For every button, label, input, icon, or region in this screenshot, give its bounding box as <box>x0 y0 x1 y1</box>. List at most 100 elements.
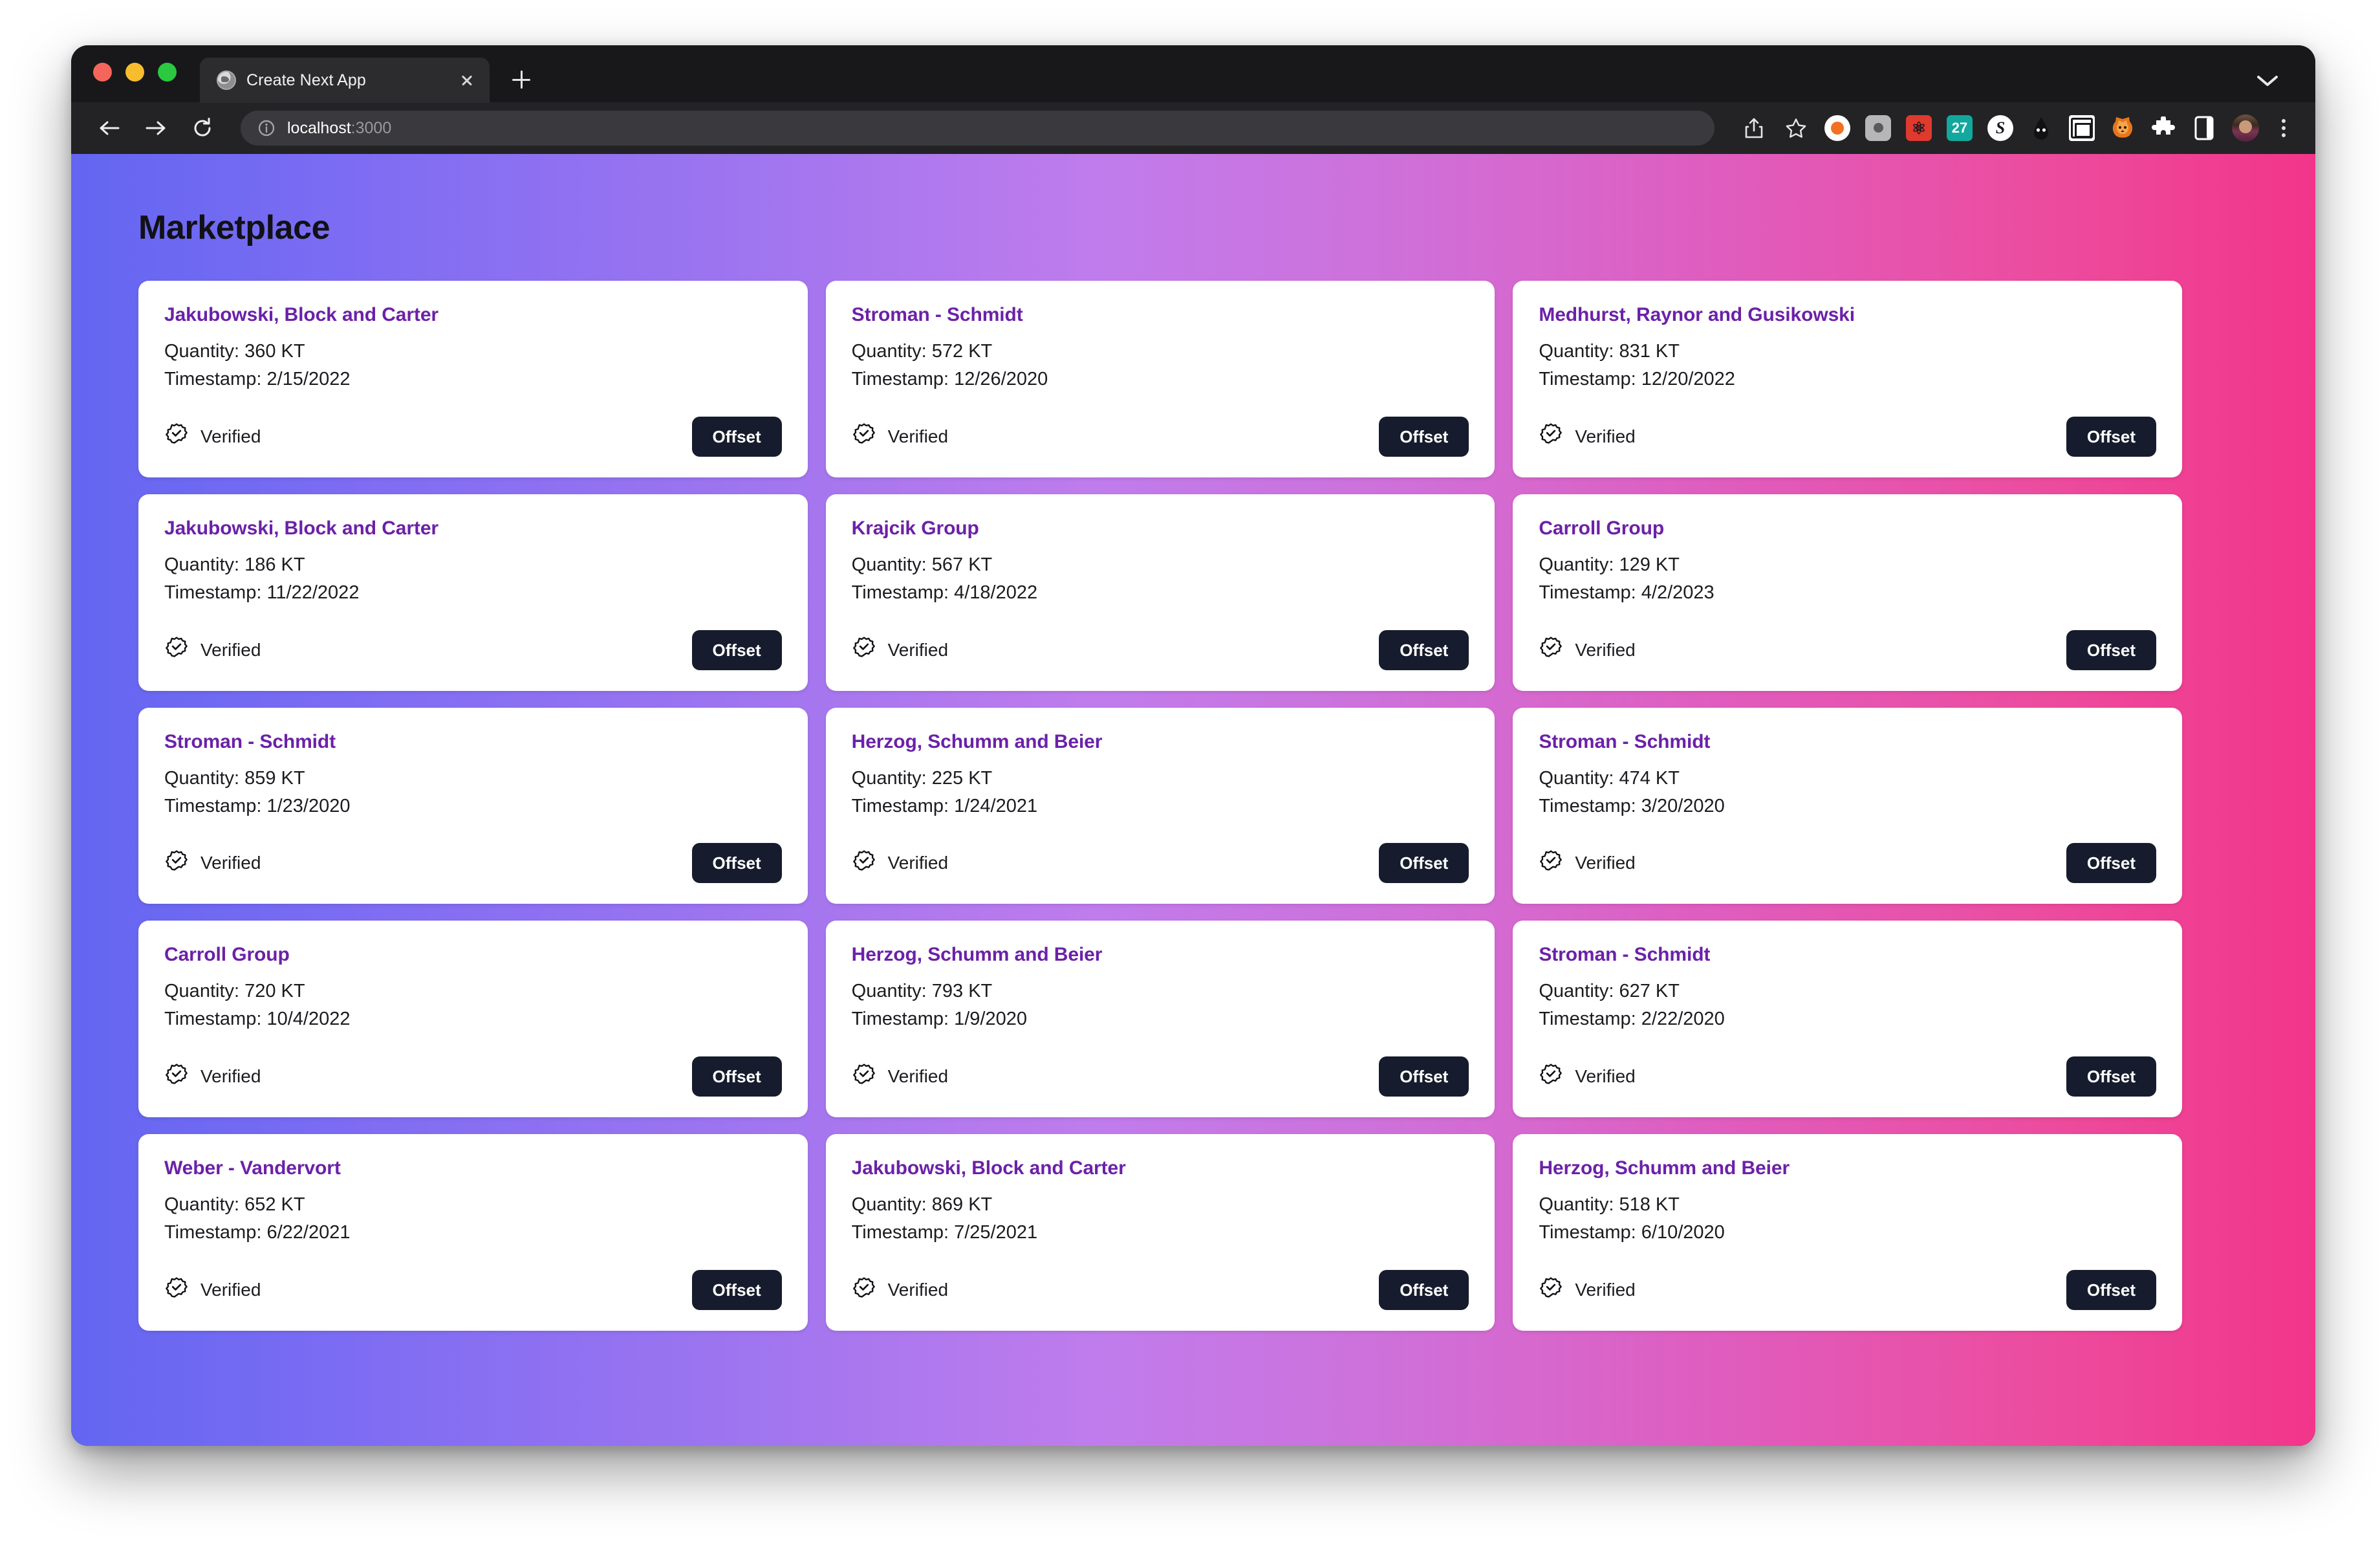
chevron-down-icon[interactable] <box>2256 74 2279 88</box>
desktop-backdrop: Create Next App localhost:3000 ⚛ 27 S Ma… <box>0 0 2380 1541</box>
offset-button[interactable]: Offset <box>691 1056 782 1097</box>
browser-tab[interactable]: Create Next App <box>200 58 490 103</box>
react-devtools-extension-icon[interactable] <box>1906 115 1932 141</box>
verified-badge-icon <box>1539 422 1563 450</box>
card-footer: Verified Offset <box>164 820 782 884</box>
profile-avatar[interactable] <box>2232 115 2259 142</box>
marketplace-card[interactable]: Medhurst, Raynor and Gusikowski Quantity… <box>1513 281 2182 477</box>
reload-icon[interactable] <box>188 113 217 143</box>
verified-badge-icon <box>164 1063 189 1091</box>
info-circle-icon[interactable] <box>257 119 276 137</box>
calendar-badge-text: 27 <box>1951 120 1968 136</box>
eyedropper-extension-icon[interactable] <box>2028 115 2054 141</box>
card-timestamp: Timestamp: 4/18/2022 <box>851 582 1038 603</box>
marketplace-card[interactable]: Stroman - Schmidt Quantity: 627 KT Times… <box>1513 921 2182 1118</box>
browser-toolbar: localhost:3000 27 <box>71 102 2315 154</box>
marketplace-card[interactable]: Carroll Group Quantity: 720 KT Timestamp… <box>138 921 808 1118</box>
card-title: Medhurst, Raynor and Gusikowski <box>1539 304 1855 325</box>
card-footer: Verified Offset <box>852 1247 1469 1311</box>
card-quantity: Quantity: 869 KT <box>851 1194 993 1216</box>
marketplace-card[interactable]: Stroman - Schmidt Quantity: 572 KT Times… <box>825 281 1495 477</box>
marketplace-card[interactable]: Herzog, Schumm and Beier Quantity: 518 K… <box>1513 1134 2182 1331</box>
star-icon[interactable] <box>1782 115 1810 142</box>
card-quantity: Quantity: 831 KT <box>1539 341 1680 362</box>
bitwarden-extension-icon[interactable] <box>1824 115 1850 141</box>
verified-label: Verified <box>200 853 261 873</box>
card-timestamp: Timestamp: 3/20/2020 <box>1539 795 1725 816</box>
offset-button[interactable]: Offset <box>2066 416 2156 457</box>
marketplace-card[interactable]: Krajcik Group Quantity: 567 KT Timestamp… <box>825 494 1495 691</box>
status-badge: Verified <box>852 1063 948 1091</box>
verified-badge-icon <box>164 1276 189 1304</box>
offset-button[interactable]: Offset <box>691 843 782 884</box>
verified-badge-icon <box>1539 636 1563 664</box>
card-title: Carroll Group <box>164 944 290 966</box>
verified-label: Verified <box>887 639 949 660</box>
marketplace-card[interactable]: Stroman - Schmidt Quantity: 474 KT Times… <box>1513 707 2182 904</box>
card-footer: Verified Offset <box>852 820 1469 884</box>
offset-button[interactable]: Offset <box>2066 843 2156 884</box>
firefox-relay-extension-icon[interactable] <box>2110 115 2136 141</box>
maximize-window-button[interactable] <box>158 62 177 82</box>
card-quantity: Quantity: 186 KT <box>164 554 305 575</box>
arrow-right-icon[interactable] <box>141 113 171 143</box>
marketplace-card[interactable]: Herzog, Schumm and Beier Quantity: 793 K… <box>825 921 1495 1118</box>
side-panel-icon[interactable] <box>2191 115 2217 141</box>
plus-icon[interactable] <box>504 62 539 97</box>
card-footer: Verified Offset <box>164 607 782 670</box>
marketplace-card[interactable]: Herzog, Schumm and Beier Quantity: 225 K… <box>825 707 1495 904</box>
card-quantity: Quantity: 474 KT <box>1539 767 1680 789</box>
address-bar[interactable]: localhost:3000 <box>241 111 1715 146</box>
arrow-left-icon[interactable] <box>94 113 124 143</box>
card-title: Krajcik Group <box>851 517 979 539</box>
calendar-27-extension-icon[interactable]: 27 <box>1947 115 1973 141</box>
marketplace-card[interactable]: Stroman - Schmidt Quantity: 859 KT Times… <box>138 707 808 904</box>
offset-button[interactable]: Offset <box>2066 1270 2156 1311</box>
close-window-button[interactable] <box>93 62 112 82</box>
marketplace-card[interactable]: Weber - Vandervort Quantity: 652 KT Time… <box>138 1134 808 1331</box>
card-title: Herzog, Schumm and Beier <box>1539 1157 1790 1179</box>
offset-button[interactable]: Offset <box>1379 1056 1469 1097</box>
card-timestamp: Timestamp: 4/2/2023 <box>1539 582 1715 603</box>
card-title: Stroman - Schmidt <box>1539 944 1711 966</box>
verified-label: Verified <box>1575 426 1636 446</box>
verified-label: Verified <box>1575 853 1636 873</box>
grammarly-extension-icon[interactable]: S <box>1987 115 2013 141</box>
minimize-window-button[interactable] <box>125 62 144 82</box>
browser-window: Create Next App localhost:3000 ⚛ 27 S Ma… <box>71 45 2315 1446</box>
offset-button[interactable]: Offset <box>2066 1056 2156 1097</box>
offset-button[interactable]: Offset <box>691 416 782 457</box>
card-quantity: Quantity: 859 KT <box>164 767 305 789</box>
window-frame-extension-icon[interactable] <box>2069 115 2095 141</box>
marketplace-card[interactable]: Jakubowski, Block and Carter Quantity: 8… <box>825 1134 1495 1331</box>
marketplace-card[interactable]: Jakubowski, Block and Carter Quantity: 3… <box>138 281 808 477</box>
offset-button[interactable]: Offset <box>2066 629 2156 670</box>
card-timestamp: Timestamp: 10/4/2022 <box>164 1009 351 1030</box>
verified-label: Verified <box>887 853 949 873</box>
card-quantity: Quantity: 225 KT <box>851 767 993 789</box>
offset-button[interactable]: Offset <box>691 1270 782 1311</box>
status-badge: Verified <box>164 849 261 877</box>
share-icon[interactable] <box>1740 115 1768 142</box>
offset-button[interactable]: Offset <box>691 629 782 670</box>
card-timestamp: Timestamp: 6/10/2020 <box>1539 1222 1725 1243</box>
marketplace-card[interactable]: Jakubowski, Block and Carter Quantity: 1… <box>138 494 808 691</box>
offset-button[interactable]: Offset <box>1379 416 1469 457</box>
puzzle-extensions-icon[interactable] <box>2150 115 2176 141</box>
offset-button[interactable]: Offset <box>1379 1270 1469 1311</box>
status-badge: Verified <box>1539 422 1636 450</box>
offset-button[interactable]: Offset <box>1379 629 1469 670</box>
kebab-menu-icon[interactable] <box>2274 115 2293 142</box>
verified-label: Verified <box>1575 639 1636 660</box>
close-icon[interactable] <box>456 69 478 91</box>
card-quantity: Quantity: 360 KT <box>164 341 305 362</box>
verified-badge-icon <box>852 1276 876 1304</box>
camera-extension-icon[interactable] <box>1865 115 1891 141</box>
card-footer: Verified Offset <box>164 1033 782 1097</box>
status-badge: Verified <box>1539 849 1636 877</box>
status-badge: Verified <box>1539 1276 1636 1304</box>
window-controls <box>93 45 177 102</box>
marketplace-card[interactable]: Carroll Group Quantity: 129 KT Timestamp… <box>1513 494 2182 691</box>
offset-button[interactable]: Offset <box>1379 843 1469 884</box>
card-title: Herzog, Schumm and Beier <box>851 944 1103 966</box>
